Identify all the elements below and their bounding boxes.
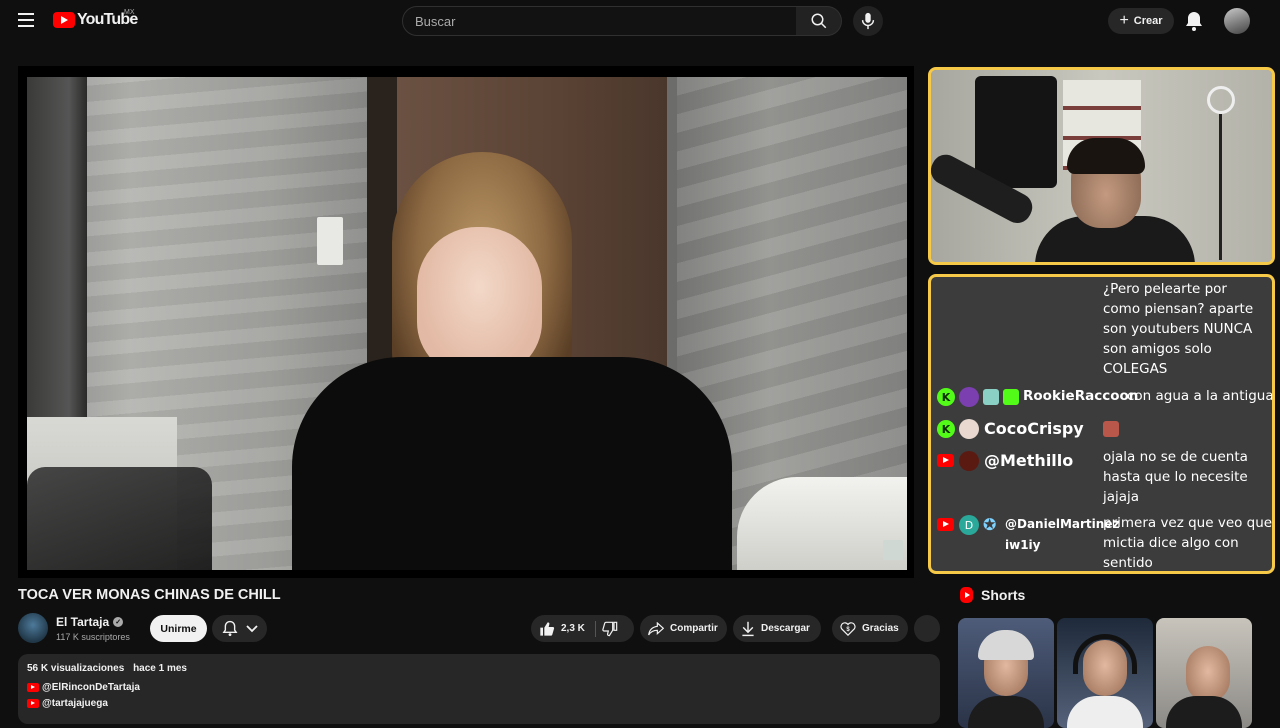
description-meta: 56 K visualizaciones hace 1 mes [27, 663, 931, 674]
join-button[interactable]: Unirme [150, 615, 207, 642]
like-dislike-group: 2,3 K [531, 615, 634, 642]
dislike-icon[interactable] [602, 621, 618, 637]
chat-row: K CocoCrispy [937, 417, 1272, 441]
channel-name: El Tartaja [56, 615, 110, 629]
chat-row: K RookieRaccoon con agua a la antigua [937, 385, 1274, 409]
youtube-icon [27, 698, 39, 708]
like-icon[interactable] [539, 621, 555, 637]
heart-dollar-icon: $ [840, 622, 856, 636]
user-avatar [959, 419, 979, 439]
gift-icon [1003, 389, 1019, 405]
channel-name-link[interactable]: El Tartaja ✓ [56, 615, 124, 629]
voice-search-button[interactable] [853, 6, 883, 36]
description-box[interactable]: 56 K visualizaciones hace 1 mes @ElRinco… [18, 654, 940, 724]
create-label: Crear [1133, 15, 1163, 27]
chat-username: CocoCrispy [984, 419, 1084, 438]
video-frame [27, 77, 907, 570]
description-link[interactable]: @ElRinconDeTartaja [27, 682, 931, 693]
user-avatar [959, 387, 979, 407]
chat-message-text: ojala no se de cuenta hasta que lo neces… [1103, 449, 1248, 505]
chat-username: iw1iy [1005, 538, 1041, 552]
thanks-button[interactable]: $ Gracias [832, 615, 908, 642]
stream-chat-overlay: ¿Pero pelearte por como piensan? aparte … [928, 274, 1275, 574]
channel-avatar[interactable] [18, 613, 48, 643]
download-button[interactable]: Descargar [733, 615, 821, 642]
shorts-icon [960, 587, 973, 603]
short-thumbnail[interactable] [1156, 618, 1252, 728]
region-code: MX [124, 9, 135, 16]
video-title: TOCA VER MONAS CHINAS DE CHILL [18, 587, 281, 603]
hamburger-menu-icon[interactable] [18, 13, 34, 29]
shorts-header: Shorts [960, 587, 1025, 603]
chat-message-text: ¿Pero pelearte por como piensan? aparte … [1103, 281, 1254, 377]
chat-message-text: con agua a la antigua [1127, 388, 1274, 404]
chat-username: RookieRaccoon [1023, 388, 1139, 404]
upload-date: hace 1 mes [133, 663, 187, 674]
subscription-notifications-button[interactable] [212, 615, 267, 642]
share-icon [648, 621, 664, 635]
chat-message-text: primera vez que veo que mictia dice algo… [1103, 515, 1273, 571]
more-actions-button[interactable] [914, 615, 940, 642]
view-count: 56 K visualizaciones [27, 663, 125, 674]
youtube-play-icon [53, 12, 75, 28]
streamer-webcam [928, 67, 1275, 265]
svg-text:$: $ [846, 627, 850, 633]
member-star-icon: ✪ [983, 515, 997, 534]
account-avatar[interactable] [1224, 8, 1250, 34]
chevron-down-icon [245, 624, 258, 632]
plus-icon: + [1119, 12, 1129, 29]
bell-icon [222, 620, 237, 637]
video-player[interactable] [18, 66, 914, 578]
user-avatar [959, 451, 979, 471]
user-avatar: D [959, 515, 979, 535]
share-label: Compartir [670, 623, 718, 634]
chat-emote [1103, 421, 1119, 437]
share-button[interactable]: Compartir [640, 615, 727, 642]
download-label: Descargar [761, 623, 810, 634]
verified-check-icon: ✓ [113, 617, 124, 627]
search-icon [811, 13, 826, 29]
short-thumbnail[interactable] [958, 618, 1054, 728]
badge-emote [983, 389, 999, 405]
create-button[interactable]: + Crear [1108, 8, 1174, 34]
overlay-avatar [883, 540, 903, 560]
search-input[interactable]: Buscar [402, 6, 797, 36]
kick-icon: K [937, 420, 955, 438]
description-link[interactable]: @tartajajuega [27, 698, 931, 709]
subscriber-count: 117 K suscriptores [56, 632, 130, 642]
top-bar: YouTube MX Buscar + Crear [0, 0, 1280, 44]
youtube-icon [937, 518, 954, 531]
youtube-icon [27, 682, 39, 692]
kick-icon: K [937, 388, 955, 406]
shorts-title: Shorts [981, 587, 1026, 603]
youtube-icon [937, 454, 954, 467]
chat-username: @Methillo [984, 451, 1074, 470]
short-thumbnail[interactable] [1057, 618, 1153, 728]
like-count: 2,3 K [561, 623, 585, 634]
download-icon [742, 621, 754, 636]
headset-icon [1073, 634, 1137, 674]
microphone-icon [861, 12, 875, 30]
ring-light [1207, 86, 1235, 114]
thanks-label: Gracias [862, 623, 899, 634]
light-switch [317, 217, 343, 265]
hoodie [975, 76, 1057, 188]
search-button[interactable] [796, 6, 842, 36]
notifications-bell-icon[interactable] [1184, 10, 1204, 32]
